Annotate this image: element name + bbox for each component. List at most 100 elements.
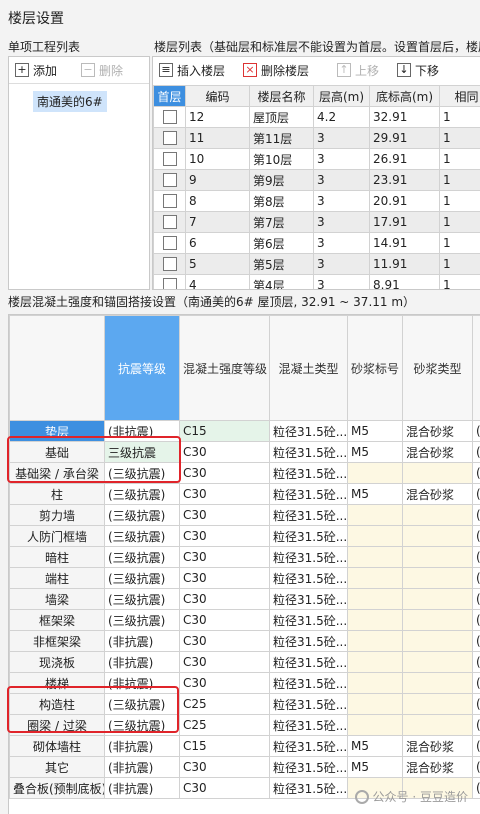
- mortar-mark-cell[interactable]: [348, 715, 403, 736]
- floor-same-count[interactable]: 1: [440, 170, 480, 191]
- mortar-type-cell[interactable]: [403, 589, 473, 610]
- floor-same-count[interactable]: 1: [440, 254, 480, 275]
- mortar-type-cell[interactable]: 混合砂浆: [403, 442, 473, 463]
- floor-code[interactable]: 6: [186, 233, 250, 254]
- concrete-row[interactable]: 柱(三级抗震)C30粒径31.5砼...M5混合砂浆(3: [10, 484, 480, 505]
- mortar-mark-cell[interactable]: M5: [348, 736, 403, 757]
- concrete-type-cell[interactable]: 粒径31.5砼...: [270, 526, 348, 547]
- first-floor-checkbox[interactable]: [163, 173, 177, 187]
- concrete-row[interactable]: 其它(非抗震)C30粒径31.5砼...M5混合砂浆(3: [10, 757, 480, 778]
- floor-height[interactable]: 3: [314, 128, 370, 149]
- first-floor-cell[interactable]: [154, 128, 186, 149]
- concrete-strength-cell[interactable]: C30: [180, 631, 270, 652]
- concrete-row[interactable]: 暗柱(三级抗震)C30粒径31.5砼...(3: [10, 547, 480, 568]
- mortar-mark-cell[interactable]: [348, 652, 403, 673]
- mortar-mark-cell[interactable]: [348, 610, 403, 631]
- floor-code[interactable]: 10: [186, 149, 250, 170]
- col-floor-name[interactable]: 楼层名称: [250, 86, 314, 107]
- delete-project-button[interactable]: − 删除: [81, 59, 123, 81]
- mortar-mark-cell[interactable]: M5: [348, 484, 403, 505]
- seismic-grade-cell[interactable]: (三级抗震): [105, 610, 180, 631]
- extra-cell[interactable]: (3: [473, 568, 480, 589]
- mortar-type-cell[interactable]: 混合砂浆: [403, 736, 473, 757]
- concrete-type-cell[interactable]: 粒径31.5砼...: [270, 673, 348, 694]
- extra-cell[interactable]: (3: [473, 547, 480, 568]
- floor-row[interactable]: 5第5层311.911: [154, 254, 480, 275]
- mortar-mark-cell[interactable]: M5: [348, 442, 403, 463]
- seismic-grade-cell[interactable]: (非抗震): [105, 778, 180, 799]
- concrete-type-cell[interactable]: 粒径31.5砼...: [270, 652, 348, 673]
- floor-row[interactable]: 6第6层314.911: [154, 233, 480, 254]
- floor-code[interactable]: 4: [186, 275, 250, 291]
- concrete-strength-cell[interactable]: C25: [180, 715, 270, 736]
- mortar-mark-cell[interactable]: [348, 631, 403, 652]
- concrete-type-cell[interactable]: 粒径31.5砼...: [270, 715, 348, 736]
- mortar-mark-cell[interactable]: [348, 526, 403, 547]
- floor-same-count[interactable]: 1: [440, 107, 480, 128]
- concrete-row[interactable]: 墙梁(三级抗震)C30粒径31.5砼...(3: [10, 589, 480, 610]
- delete-floor-button[interactable]: × 删除楼层: [243, 59, 309, 81]
- floor-bottom-elevation[interactable]: 20.91: [370, 191, 440, 212]
- mortar-mark-cell[interactable]: [348, 463, 403, 484]
- concrete-type-cell[interactable]: 粒径31.5砼...: [270, 778, 348, 799]
- first-floor-cell[interactable]: [154, 107, 186, 128]
- floor-height[interactable]: 3: [314, 254, 370, 275]
- concrete-strength-cell[interactable]: C30: [180, 526, 270, 547]
- first-floor-cell[interactable]: [154, 233, 186, 254]
- concrete-type-cell[interactable]: 粒径31.5砼...: [270, 631, 348, 652]
- seismic-grade-cell[interactable]: (非抗震): [105, 652, 180, 673]
- mortar-type-cell[interactable]: 混合砂浆: [403, 757, 473, 778]
- first-floor-checkbox[interactable]: [163, 110, 177, 124]
- mortar-type-cell[interactable]: 混合砂浆: [403, 421, 473, 442]
- concrete-strength-cell[interactable]: C15: [180, 421, 270, 442]
- mortar-mark-cell[interactable]: M5: [348, 421, 403, 442]
- mortar-type-cell[interactable]: [403, 610, 473, 631]
- concrete-strength-cell[interactable]: C30: [180, 442, 270, 463]
- floor-row[interactable]: 4第4层38.911: [154, 275, 480, 291]
- floor-height[interactable]: 3: [314, 191, 370, 212]
- extra-cell[interactable]: (3: [473, 631, 480, 652]
- seismic-grade-cell[interactable]: (三级抗震): [105, 568, 180, 589]
- floor-bottom-elevation[interactable]: 11.91: [370, 254, 440, 275]
- concrete-type-cell[interactable]: 粒径31.5砼...: [270, 421, 348, 442]
- first-floor-checkbox[interactable]: [163, 278, 177, 290]
- floor-row[interactable]: 8第8层320.911: [154, 191, 480, 212]
- first-floor-checkbox[interactable]: [163, 131, 177, 145]
- extra-cell[interactable]: (3: [473, 463, 480, 484]
- concrete-strength-cell[interactable]: C30: [180, 652, 270, 673]
- floor-height[interactable]: 4.2: [314, 107, 370, 128]
- concrete-strength-cell[interactable]: C30: [180, 568, 270, 589]
- concrete-row[interactable]: 现浇板(非抗震)C30粒径31.5砼...(3: [10, 652, 480, 673]
- floor-bottom-elevation[interactable]: 14.91: [370, 233, 440, 254]
- concrete-type-cell[interactable]: 粒径31.5砼...: [270, 589, 348, 610]
- mortar-type-cell[interactable]: [403, 547, 473, 568]
- floor-same-count[interactable]: 1: [440, 233, 480, 254]
- floor-name[interactable]: 第7层: [250, 212, 314, 233]
- mortar-mark-cell[interactable]: M5: [348, 757, 403, 778]
- concrete-strength-cell[interactable]: C30: [180, 463, 270, 484]
- col-bottom-elevation[interactable]: 底标高(m): [370, 86, 440, 107]
- seismic-grade-cell[interactable]: (三级抗震): [105, 484, 180, 505]
- mortar-type-cell[interactable]: [403, 673, 473, 694]
- extra-cell[interactable]: (3: [473, 589, 480, 610]
- first-floor-checkbox[interactable]: [163, 215, 177, 229]
- seismic-grade-cell[interactable]: (非抗震): [105, 631, 180, 652]
- concrete-type-cell[interactable]: 粒径31.5砼...: [270, 463, 348, 484]
- floor-code[interactable]: 12: [186, 107, 250, 128]
- floor-code[interactable]: 8: [186, 191, 250, 212]
- extra-cell[interactable]: (3: [473, 736, 480, 757]
- floor-height[interactable]: 3: [314, 170, 370, 191]
- extra-cell[interactable]: (3: [473, 442, 480, 463]
- concrete-row[interactable]: 框架梁(三级抗震)C30粒径31.5砼...(3: [10, 610, 480, 631]
- col-height[interactable]: 层高(m): [314, 86, 370, 107]
- concrete-strength-cell[interactable]: C30: [180, 589, 270, 610]
- concrete-type-cell[interactable]: 粒径31.5砼...: [270, 484, 348, 505]
- floor-name[interactable]: 第8层: [250, 191, 314, 212]
- concrete-type-cell[interactable]: 粒径31.5砼...: [270, 736, 348, 757]
- floor-name[interactable]: 第11层: [250, 128, 314, 149]
- floor-height[interactable]: 3: [314, 212, 370, 233]
- extra-cell[interactable]: (3: [473, 715, 480, 736]
- concrete-row[interactable]: 非框架梁(非抗震)C30粒径31.5砼...(3: [10, 631, 480, 652]
- col-mortar-mark[interactable]: 砂浆标号: [348, 316, 403, 421]
- concrete-strength-cell[interactable]: C30: [180, 547, 270, 568]
